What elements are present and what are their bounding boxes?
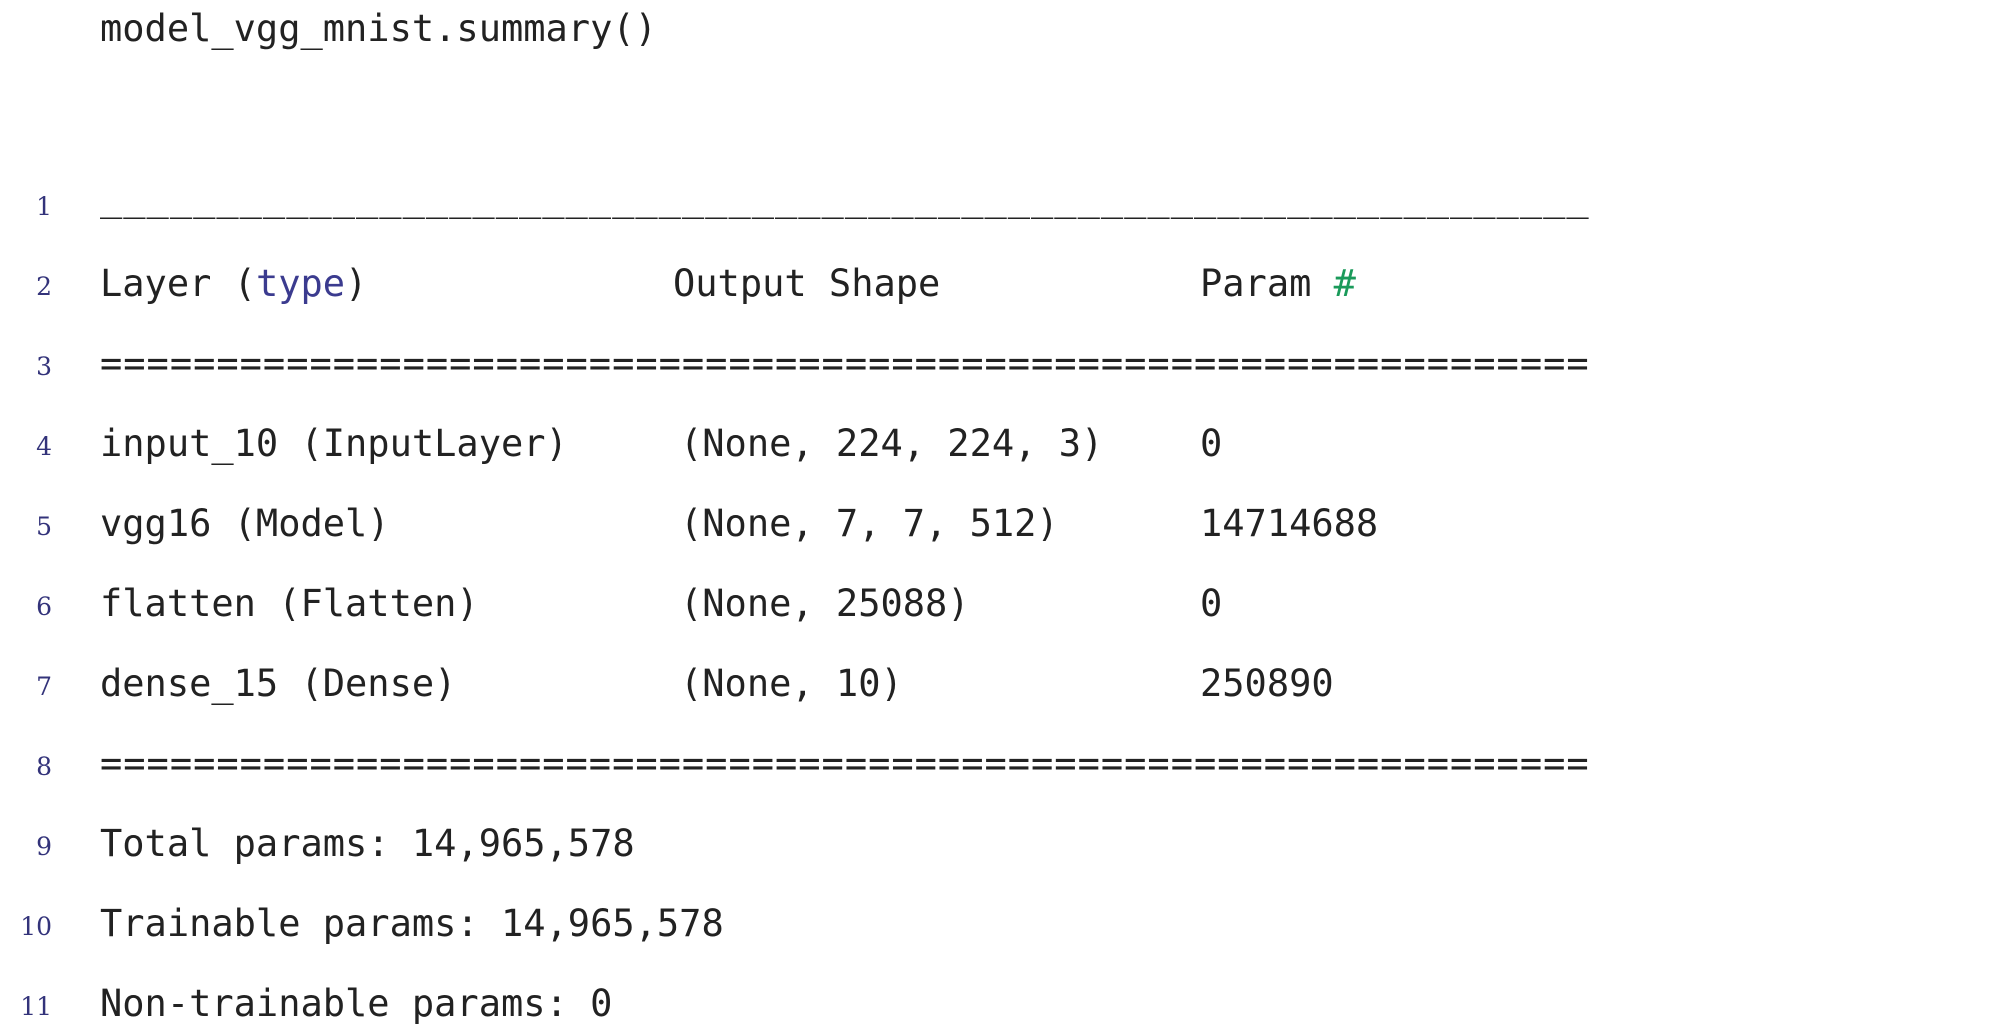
row-output-shape: (None, 224, 224, 3) [680,422,1104,465]
listing-line: 11 Non-trainable params: 0 [0,974,2000,1034]
listing-line: 8 ======================================… [0,734,2000,794]
listing-line: 10 Trainable params: 14,965,578 [0,894,2000,954]
line-number: 10 [20,912,52,941]
equals-separator: ========================================… [100,342,1590,385]
line-number: 11 [20,992,52,1021]
equals-separator: ========================================… [100,742,1590,785]
table-row: 6 flatten (Flatten) (None, 25088) 0 [0,574,2000,634]
row-output-shape: (None, 10) [680,662,903,705]
line-number: 2 [36,272,52,301]
row-param: 250890 [1200,662,1334,705]
row-layer: dense_15 (Dense) [100,662,457,705]
code-command: model_vgg_mnist.summary() [100,7,657,50]
table-row: 7 dense_15 (Dense) (None, 10) 250890 [0,654,2000,714]
line-number: 4 [36,432,52,461]
row-param: 14714688 [1200,502,1379,545]
listing-line: 1 ______________________________________… [0,174,2000,234]
listing-line: 3 ======================================… [0,334,2000,394]
row-output-shape: (None, 25088) [680,582,970,625]
row-param: 0 [1200,422,1223,465]
line-number: 5 [36,512,52,541]
row-param: 0 [1200,582,1223,625]
line-number: 8 [36,752,52,781]
dash-separator: ________________________________________… [100,176,1590,219]
type-keyword: type [255,262,346,305]
row-layer: input_10 (InputLayer) [100,422,568,465]
listing-line: 9 Total params: 14,965,578 [0,814,2000,874]
line-number: 7 [36,672,52,701]
trainable-params: Trainable params: 14,965,578 [100,902,724,945]
row-output-shape: (None, 7, 7, 512) [680,502,1059,545]
hash-symbol: # [1333,262,1356,305]
row-layer: flatten (Flatten) [100,582,479,625]
line-number: 3 [36,352,52,381]
listing-line: 2 Layer (type) Output Shape Param # [0,254,2000,314]
total-params: Total params: 14,965,578 [100,822,635,865]
header-param: Param # [1200,262,1356,305]
non-trainable-params: Non-trainable params: 0 [100,982,613,1025]
header-layer: Layer (type) [100,262,368,305]
row-layer: vgg16 (Model) [100,502,390,545]
table-row: 4 input_10 (InputLayer) (None, 224, 224,… [0,414,2000,474]
line-number: 1 [36,192,52,221]
line-number: 6 [36,592,52,621]
line-number: 9 [36,832,52,861]
table-row: 5 vgg16 (Model) (None, 7, 7, 512) 147146… [0,494,2000,554]
header-output-shape: Output Shape [673,262,941,305]
